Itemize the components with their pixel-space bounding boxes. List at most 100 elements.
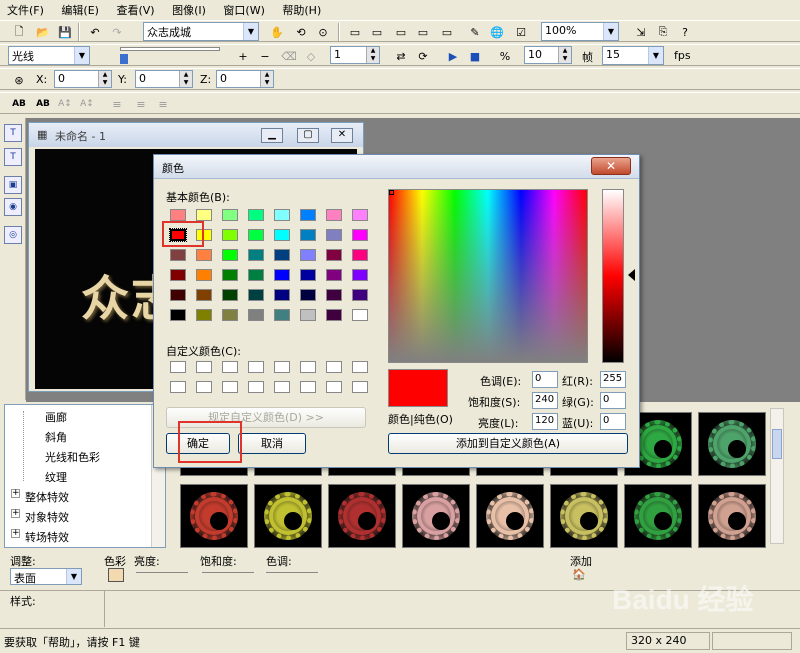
align-center-icon[interactable]: ≡: [132, 95, 150, 113]
basic-color-swatch[interactable]: [274, 249, 290, 261]
basic-color-swatch[interactable]: [222, 289, 238, 301]
align-right-icon[interactable]: ≡: [154, 95, 172, 113]
tree-item-gallery[interactable]: 画廊: [45, 409, 67, 425]
add-keyframe-icon[interactable]: +: [234, 47, 252, 65]
saturation-field[interactable]: 240: [532, 392, 558, 409]
text-spacing-icon[interactable]: A↕: [56, 95, 74, 113]
tree-item-transition-effects[interactable]: 转场特效: [25, 529, 69, 545]
globe-icon[interactable]: 🌐: [488, 23, 506, 41]
gallery-thumbnail[interactable]: [254, 484, 322, 548]
basic-color-swatch[interactable]: [248, 209, 264, 221]
gallery-thumbnail[interactable]: [476, 484, 544, 548]
minimize-icon[interactable]: ▁: [261, 128, 283, 143]
z-spin[interactable]: 0 ▲ ▼: [216, 70, 274, 88]
spin-arrows-icon[interactable]: ▲ ▼: [179, 71, 192, 87]
clear-keyframe-icon[interactable]: ⌫: [280, 47, 298, 65]
custom-color-swatch[interactable]: [300, 381, 316, 393]
menu-edit[interactable]: 编辑(E): [54, 0, 106, 18]
basic-color-swatch[interactable]: [248, 289, 264, 301]
undo-icon[interactable]: ↶: [86, 23, 104, 41]
brightness-slider[interactable]: [136, 572, 188, 574]
custom-color-swatch[interactable]: [326, 381, 342, 393]
basic-color-swatch[interactable]: [274, 209, 290, 221]
menu-image[interactable]: 图像(I): [165, 0, 213, 18]
zoom-combo[interactable]: 100% ▼: [541, 22, 619, 41]
basic-color-swatch[interactable]: [196, 249, 212, 261]
basic-color-swatch[interactable]: [222, 209, 238, 221]
basic-color-swatch[interactable]: [170, 249, 186, 261]
save-as-icon[interactable]: ⎘: [654, 23, 672, 41]
gallery-thumbnail[interactable]: [402, 484, 470, 548]
tree-item-object-effects[interactable]: 对象特效: [25, 509, 69, 525]
chevron-down-icon[interactable]: ▼: [74, 47, 89, 64]
chevron-down-icon[interactable]: ▼: [66, 569, 81, 584]
spin-arrows-icon[interactable]: ▲ ▼: [366, 47, 379, 63]
maximize-icon[interactable]: ▢: [297, 128, 319, 143]
basic-color-swatch[interactable]: [170, 269, 186, 281]
basic-color-swatch[interactable]: [300, 229, 316, 241]
basic-color-swatch[interactable]: [300, 249, 316, 261]
basic-color-swatch[interactable]: [222, 229, 238, 241]
blue-field[interactable]: 0: [600, 413, 626, 430]
refresh-icon[interactable]: ⟳: [414, 47, 432, 65]
gallery-thumbnail[interactable]: [180, 484, 248, 548]
spin-arrows-icon[interactable]: ▲ ▼: [98, 71, 111, 87]
spin-arrows-icon[interactable]: ▲ ▼: [260, 71, 273, 87]
custom-color-swatch[interactable]: [326, 361, 342, 373]
custom-color-swatch[interactable]: [274, 381, 290, 393]
tree-item-bevel[interactable]: 斜角: [45, 429, 67, 445]
gallery-thumbnail[interactable]: [550, 484, 618, 548]
basic-color-swatch[interactable]: [248, 249, 264, 261]
basic-color-swatch[interactable]: [352, 269, 368, 281]
color-swatch[interactable]: [108, 568, 124, 582]
basic-color-swatch[interactable]: [196, 289, 212, 301]
view-side-icon[interactable]: ▭: [392, 23, 410, 41]
custom-color-swatch[interactable]: [196, 361, 212, 373]
open-folder-icon[interactable]: 📂: [34, 23, 52, 41]
basic-color-swatch[interactable]: [326, 249, 342, 261]
basic-color-swatch[interactable]: [274, 269, 290, 281]
play-icon[interactable]: ▶: [444, 47, 462, 65]
view-front-icon[interactable]: ▭: [346, 23, 364, 41]
menu-file[interactable]: 文件(F): [0, 0, 51, 18]
redo-icon[interactable]: ↷: [108, 23, 126, 41]
help-pointer-icon[interactable]: ?: [676, 23, 694, 41]
custom-color-swatch[interactable]: [222, 361, 238, 373]
custom-color-swatch[interactable]: [352, 381, 368, 393]
red-field[interactable]: 255: [600, 371, 626, 388]
basic-color-swatch[interactable]: [352, 229, 368, 241]
gallery-thumbnail[interactable]: [328, 484, 396, 548]
select-tool-icon[interactable]: ◉: [4, 198, 22, 216]
gallery-thumbnail[interactable]: [624, 484, 692, 548]
custom-color-swatch[interactable]: [222, 381, 238, 393]
export-icon[interactable]: ⇲: [632, 23, 650, 41]
fps-combo[interactable]: 15 ▼: [602, 46, 664, 65]
text-height-icon[interactable]: A↕: [78, 95, 96, 113]
basic-color-swatch[interactable]: [274, 229, 290, 241]
basic-color-swatch[interactable]: [326, 309, 342, 321]
basic-color-swatch[interactable]: [300, 309, 316, 321]
x-spin[interactable]: 0 ▲ ▼: [54, 70, 112, 88]
y-spin[interactable]: 0 ▲ ▼: [135, 70, 193, 88]
basic-color-swatch[interactable]: [326, 209, 342, 221]
menu-view[interactable]: 查看(V): [109, 0, 161, 18]
cancel-button[interactable]: 取消: [238, 433, 306, 454]
custom-color-swatch[interactable]: [248, 361, 264, 373]
view-iso-icon[interactable]: ▭: [414, 23, 432, 41]
close-icon[interactable]: ✕: [331, 128, 353, 143]
luminance-bar[interactable]: [602, 189, 624, 363]
basic-color-swatch[interactable]: [326, 269, 342, 281]
basic-color-swatch[interactable]: [300, 289, 316, 301]
gallery-scrollbar[interactable]: [770, 408, 784, 544]
hue-slider[interactable]: [266, 572, 318, 574]
canvas-titlebar[interactable]: ▦ 未命名 - 1 ▁ ▢ ✕: [29, 123, 363, 147]
tree-item-texture[interactable]: 纹理: [45, 469, 67, 485]
basic-color-swatch[interactable]: [300, 209, 316, 221]
basic-color-swatch[interactable]: [222, 269, 238, 281]
custom-color-swatch[interactable]: [300, 361, 316, 373]
chevron-down-icon[interactable]: ▼: [603, 23, 618, 40]
green-field[interactable]: 0: [600, 392, 626, 409]
color-spectrum[interactable]: [388, 189, 588, 363]
slider-thumb[interactable]: [120, 54, 128, 64]
expand-icon[interactable]: +: [11, 489, 20, 498]
